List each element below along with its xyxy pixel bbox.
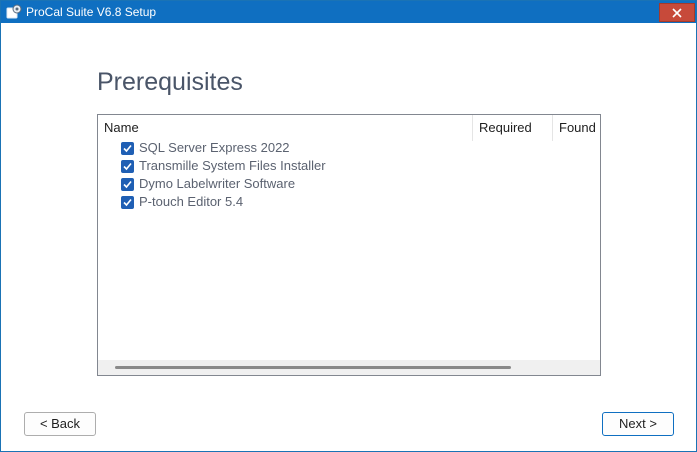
column-header-required[interactable]: Required bbox=[472, 115, 552, 141]
list-item-label: Dymo Labelwriter Software bbox=[139, 176, 296, 191]
checkbox-checked[interactable] bbox=[121, 159, 134, 173]
close-icon bbox=[672, 7, 682, 18]
checkmark-icon bbox=[123, 144, 132, 152]
horizontal-scrollbar[interactable] bbox=[98, 360, 600, 375]
list-item-label: Transmille System Files Installer bbox=[139, 158, 326, 173]
list-item[interactable]: Transmille System Files Installer bbox=[121, 157, 326, 175]
app-gear-icon bbox=[6, 4, 22, 19]
checkbox-checked[interactable] bbox=[121, 195, 134, 209]
prerequisites-list[interactable]: Name Required Found SQL Server Express 2… bbox=[97, 114, 601, 376]
column-header-found[interactable]: Found bbox=[552, 115, 600, 141]
checkbox-checked[interactable] bbox=[121, 141, 134, 155]
checkmark-icon bbox=[123, 180, 132, 188]
next-button[interactable]: Next > bbox=[602, 412, 674, 436]
checkmark-icon bbox=[123, 198, 132, 206]
window-title: ProCal Suite V6.8 Setup bbox=[26, 5, 157, 19]
list-item-label: SQL Server Express 2022 bbox=[139, 140, 290, 155]
page-title: Prerequisites bbox=[97, 68, 243, 96]
setup-window: ProCal Suite V6.8 Setup Prerequisites Na… bbox=[0, 0, 697, 452]
list-item[interactable]: Dymo Labelwriter Software bbox=[121, 175, 295, 193]
checkbox-checked[interactable] bbox=[121, 177, 134, 191]
scrollbar-thumb[interactable] bbox=[115, 366, 511, 369]
column-header-name[interactable]: Name bbox=[98, 115, 472, 141]
title-bar[interactable]: ProCal Suite V6.8 Setup bbox=[1, 1, 696, 23]
back-button[interactable]: < Back bbox=[24, 412, 96, 436]
list-item[interactable]: P-touch Editor 5.4 bbox=[121, 193, 243, 211]
close-button[interactable] bbox=[659, 3, 695, 22]
list-item-label: P-touch Editor 5.4 bbox=[139, 194, 244, 209]
list-item[interactable]: SQL Server Express 2022 bbox=[121, 139, 290, 157]
checkmark-icon bbox=[123, 162, 132, 170]
